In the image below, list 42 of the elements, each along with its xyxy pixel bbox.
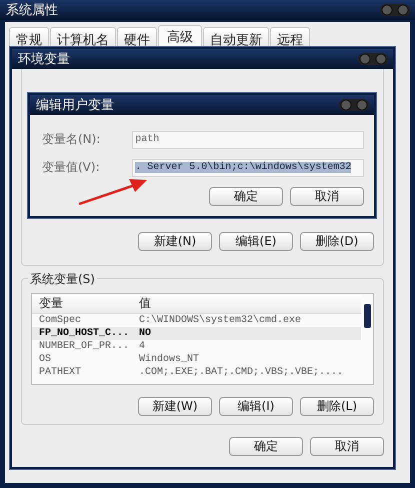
dialog-button[interactable]: 取消 [290,187,364,206]
table-cell-text: OS [38,354,52,365]
user-variable-button[interactable]: 编辑(E) [219,232,293,251]
table-cell-text: 4 [138,341,146,352]
list-row[interactable]: ComSpec C:\WINDOWS\system32\cmd.exe [32,314,361,327]
list-row[interactable]: NUMBER_OF_PR... 4 [32,340,361,353]
title-bar-buttons-icon[interactable] [338,98,370,112]
dialog-title: 编辑用户变量 [36,97,114,114]
list-row[interactable]: FP_NO_HOST_C... NO [32,327,361,340]
user-variable-button[interactable]: 删除(D) [300,232,374,251]
user-variable-button[interactable]: 新建(N) [138,232,212,251]
input-field[interactable]: path [132,130,364,148]
window-title: 系统属性 [6,2,58,19]
system-variable-button[interactable]: 删除(L) [300,397,374,416]
column-header[interactable]: 变量 [32,295,132,312]
table-cell-text: NO [138,328,152,339]
pointer-arrow [77,177,149,207]
dialog-button[interactable]: 取消 [310,437,384,456]
list-row[interactable]: OS Windows_NT [32,353,361,366]
list-row[interactable]: PATHEXT .COM;.EXE;.BAT;.CMD;.VBS;.VBE;.... [32,366,361,379]
title-bar-buttons-icon[interactable] [357,52,389,66]
column-header[interactable]: 值 [132,295,352,312]
table-cell-text: .COM;.EXE;.BAT;.CMD;.VBS;.VBE;.... [138,367,344,378]
input-field[interactable]: . Server 5.0\bin;c:\windows\system32 [132,158,364,176]
title-bar-buttons-icon[interactable] [379,3,411,17]
table-cell-text: FP_NO_HOST_C... [38,328,130,339]
field-value: path [135,134,160,145]
dialog-button[interactable]: 确定 [229,437,303,456]
table-cell-text: PATHEXT [38,367,82,378]
group-label: 系统变量(S) [28,271,97,288]
dialog-title: 环境变量 [18,51,70,68]
variable-list[interactable]: 变量 值 ComSpec C:\WINDOWS\system32\cmd.exe FP_NO_HOST_C... NO NUMBER_OF_PR... 4 OS Windows_NT PATHEXT .COM;.EXE;.BAT;.CMD;.VBS;.VBE;.... [31,293,374,385]
system-variable-button[interactable]: 编辑(I) [219,397,293,416]
table-cell-text: ComSpec [38,315,82,326]
table-cell-text: NUMBER_OF_PR... [38,341,130,352]
table-cell-text: C:\WINDOWS\system32\cmd.exe [138,315,302,326]
system-variable-button[interactable]: 新建(W) [138,397,212,416]
field-value: . Server 5.0\bin;c:\windows\system32 [135,162,352,173]
field-label: 变量名(N): [42,131,102,148]
dialog-button[interactable]: 确定 [209,187,283,206]
field-label: 变量值(V): [42,159,101,176]
table-cell-text: Windows_NT [138,354,200,365]
